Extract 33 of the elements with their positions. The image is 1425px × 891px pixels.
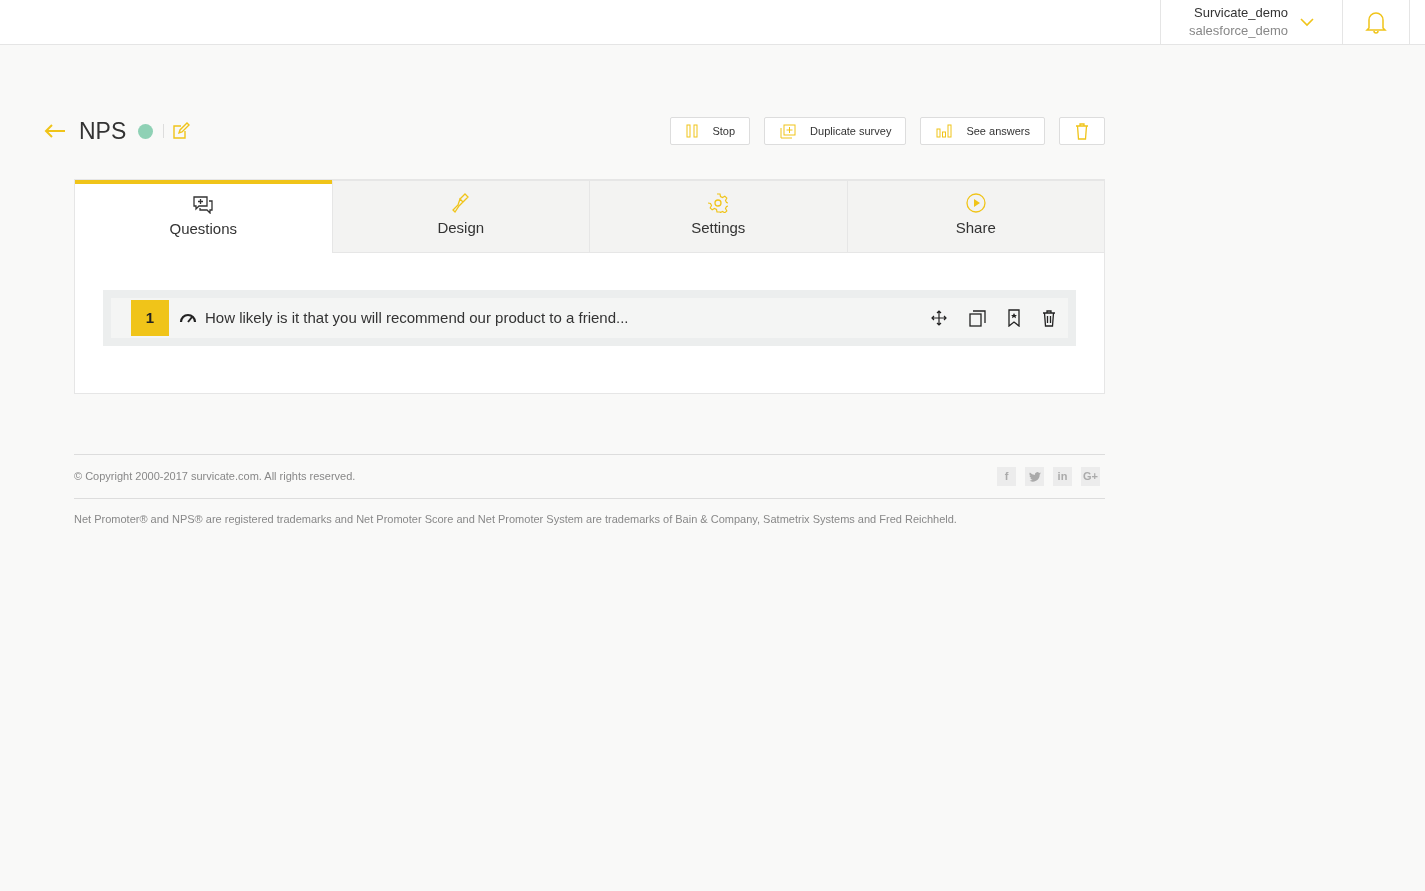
- edit-icon[interactable]: [172, 122, 191, 140]
- gauge-icon: [179, 313, 197, 323]
- brush-icon: [451, 193, 470, 213]
- bird-icon[interactable]: [1025, 467, 1044, 486]
- copyright-text: © Copyright 2000-2017 survicate.com. All rights reserved.: [74, 469, 356, 485]
- pause-icon: [686, 124, 699, 138]
- bar-chart-icon: [936, 124, 953, 138]
- trademark-notice: Net Promoter® and NPS® are registered trademarks and Net Promoter Score and Net Promoter System are trademarks of Bain & Company, Satmetrix Systems and Fred Reichheld.: [74, 512, 958, 527]
- move-icon[interactable]: [931, 310, 947, 326]
- duplicate-icon: [780, 123, 797, 139]
- play-circle-icon: [965, 193, 986, 213]
- question-number: 1: [131, 300, 169, 336]
- account-name: Survicate_demo: [1194, 4, 1288, 22]
- duplicate-button[interactable]: Duplicate survey: [764, 117, 907, 145]
- tab[interactable]: Settings: [589, 180, 847, 253]
- tab[interactable]: Share: [846, 180, 1104, 253]
- bell-icon[interactable]: [1365, 10, 1387, 34]
- chevron-down-icon[interactable]: [1300, 17, 1314, 27]
- trash-icon[interactable]: [1042, 309, 1056, 327]
- gear-icon: [708, 193, 729, 213]
- bookmark-icon[interactable]: [1008, 309, 1020, 327]
- answers-button[interactable]: See answers: [920, 117, 1045, 145]
- copy-icon[interactable]: [969, 309, 986, 327]
- back-arrow-icon[interactable]: [44, 124, 66, 138]
- tab[interactable]: Design: [331, 180, 589, 253]
- question-text: How likely is it that you will recommend our product to a friend...: [205, 307, 629, 328]
- organization-name: salesforce_demo: [1189, 22, 1288, 40]
- chat-bubbles-icon: [193, 196, 214, 214]
- survey-title: NPS: [79, 116, 127, 146]
- trash-icon: [1075, 122, 1089, 140]
- question-row[interactable]: 1 How likely is it that you will recommend our product to a friend...: [103, 290, 1076, 346]
- stop-button[interactable]: Stop: [670, 117, 751, 145]
- delete-button[interactable]: [1059, 117, 1105, 145]
